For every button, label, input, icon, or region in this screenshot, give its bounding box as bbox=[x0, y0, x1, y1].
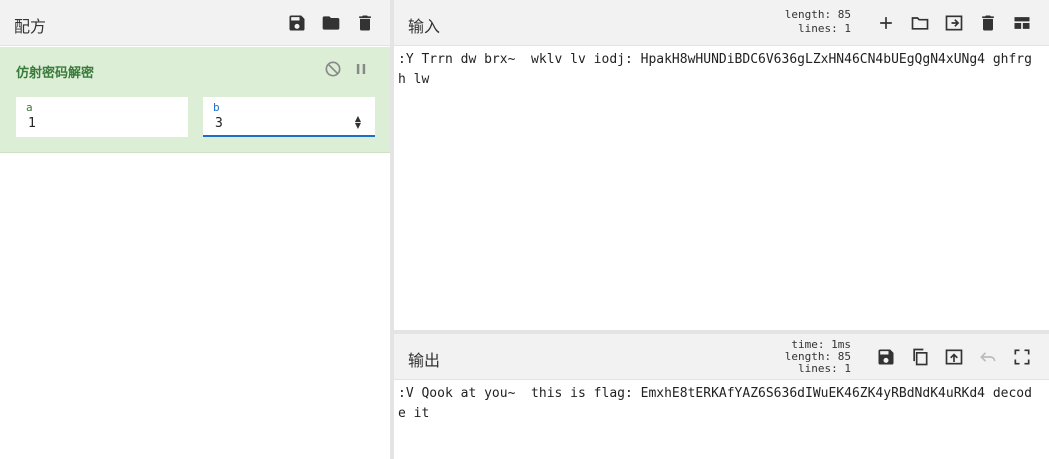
input-length-label: length: bbox=[784, 8, 832, 21]
import-icon[interactable] bbox=[943, 12, 965, 34]
upload-icon[interactable] bbox=[943, 346, 965, 368]
number-stepper[interactable]: ▲ ▼ bbox=[355, 115, 361, 130]
operation-name: 仿射密码解密 bbox=[16, 66, 95, 81]
open-folder-icon[interactable] bbox=[909, 12, 931, 34]
arg-a-input[interactable] bbox=[28, 116, 148, 131]
arg-b-label: b bbox=[213, 101, 220, 114]
recipe-header: 配方 bbox=[0, 0, 390, 46]
output-title: 输出 bbox=[408, 351, 441, 370]
input-title: 输入 bbox=[408, 17, 441, 36]
input-header: 输入 length: 85 lines: 1 bbox=[394, 0, 1049, 46]
output-lines-value: 1 bbox=[844, 362, 851, 375]
input-length-value: 85 bbox=[837, 8, 851, 21]
trash-icon[interactable] bbox=[354, 12, 376, 34]
input-lines-value: 1 bbox=[844, 22, 851, 35]
arg-b-input[interactable] bbox=[215, 116, 335, 131]
output-text[interactable]: :V Qook at you~ this is flag: EmxhE8tERK… bbox=[398, 384, 1038, 424]
pause-icon[interactable] bbox=[350, 58, 372, 80]
recipe-title: 配方 bbox=[14, 17, 47, 36]
undo-icon[interactable] bbox=[977, 346, 999, 368]
save-icon[interactable] bbox=[875, 346, 897, 368]
layout-icon[interactable] bbox=[1011, 12, 1033, 34]
recipe-pane: 配方 仿射密码解密 a b ▲▼ bbox=[0, 0, 390, 459]
input-lines-label: lines: bbox=[798, 22, 838, 35]
arg-a-field[interactable]: a bbox=[16, 97, 188, 137]
copy-icon[interactable] bbox=[909, 346, 931, 368]
output-lines-label: lines: bbox=[798, 362, 838, 375]
plus-icon[interactable] bbox=[875, 12, 897, 34]
save-icon[interactable] bbox=[286, 12, 308, 34]
maximize-icon[interactable] bbox=[1011, 346, 1033, 368]
operation-card[interactable]: 仿射密码解密 a b ▲▼ bbox=[0, 47, 390, 153]
disable-icon[interactable] bbox=[322, 58, 344, 80]
input-stats: length: 85 lines: 1 bbox=[774, 8, 851, 36]
folder-icon[interactable] bbox=[320, 12, 342, 34]
io-pane: 输入 length: 85 lines: 1 :Y Trrn dw brx~ w… bbox=[394, 0, 1049, 459]
input-text[interactable]: :Y Trrn dw brx~ wklv lv iodj: HpakH8wHUN… bbox=[398, 50, 1038, 90]
output-header: 输出 time: 1ms length: 85 lines: 1 bbox=[394, 334, 1049, 380]
arg-b-field[interactable]: b ▲▼ bbox=[203, 97, 375, 137]
arg-a-label: a bbox=[26, 101, 33, 114]
trash-icon[interactable] bbox=[977, 12, 999, 34]
output-stats: time: 1ms length: 85 lines: 1 bbox=[764, 339, 851, 375]
